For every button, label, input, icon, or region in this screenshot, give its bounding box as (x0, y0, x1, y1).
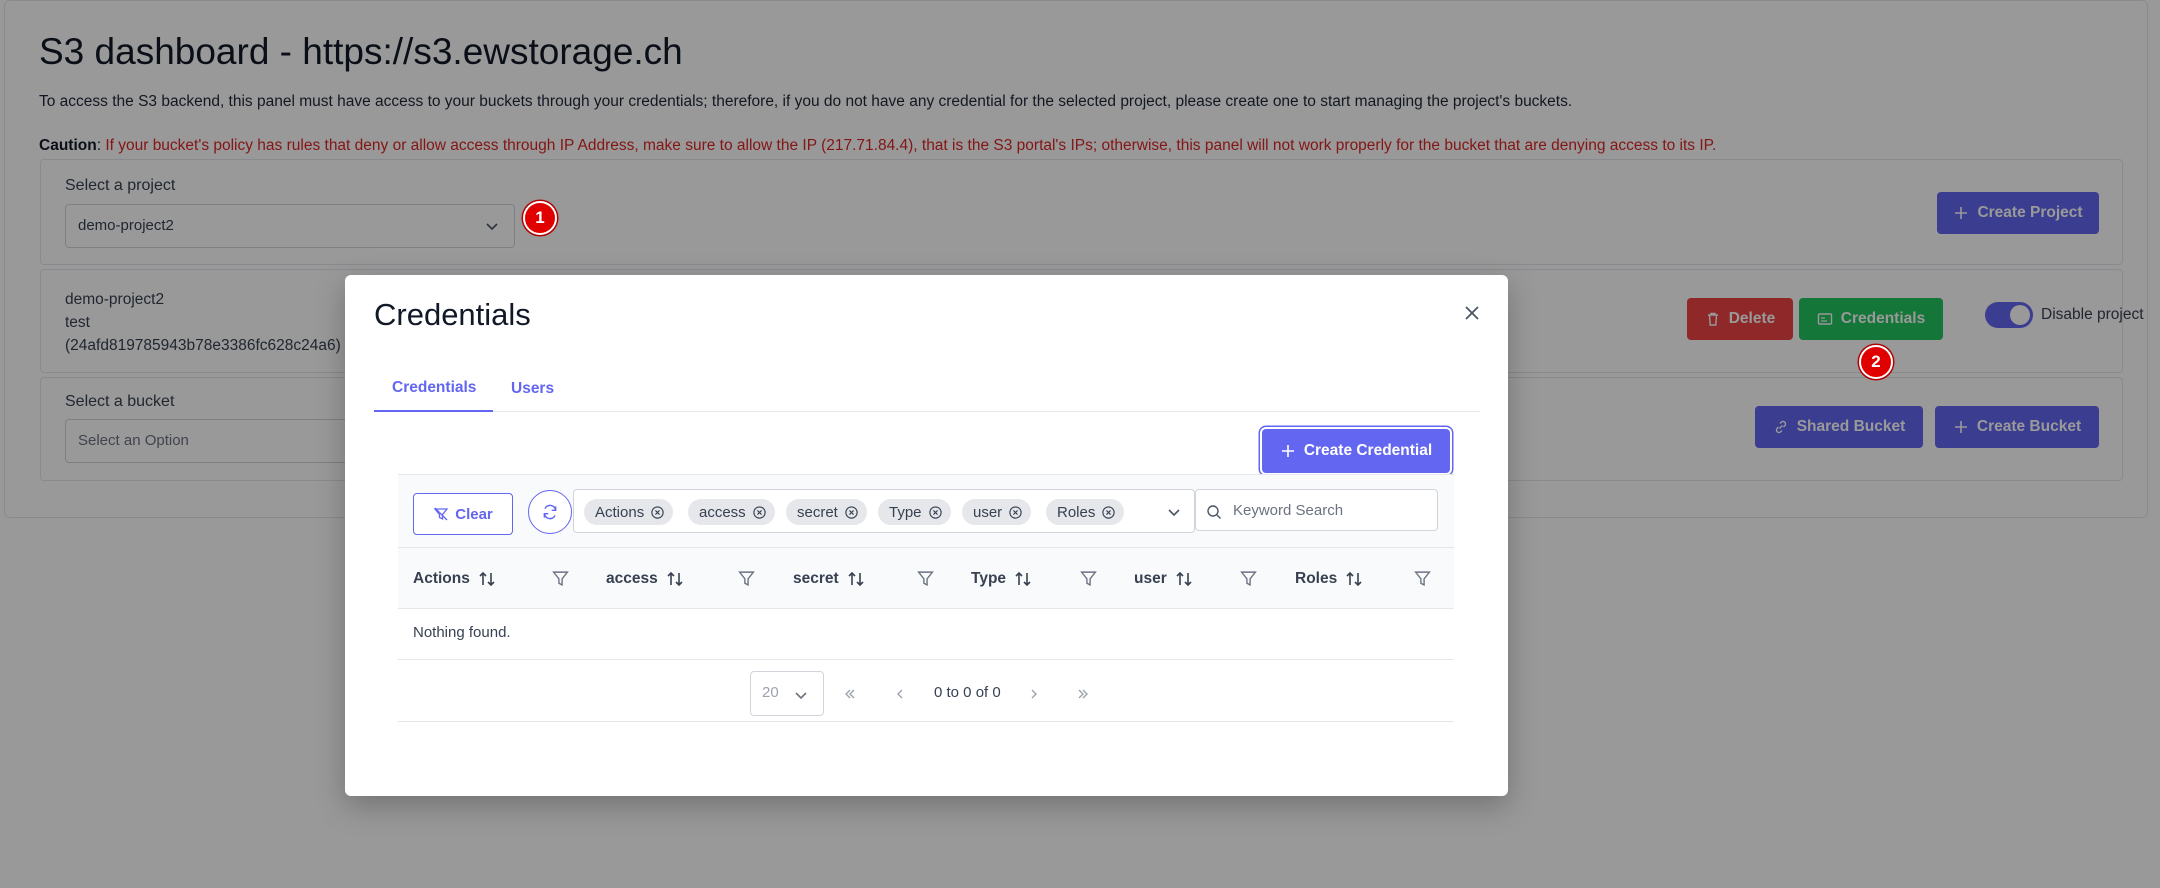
chip-label: access (699, 503, 746, 521)
column-chip[interactable]: Roles (1046, 499, 1125, 525)
filter-icon[interactable] (1414, 570, 1431, 587)
search-icon (1207, 505, 1221, 519)
plus-icon (1281, 445, 1294, 457)
filter-icon[interactable] (552, 570, 569, 587)
column-header-label: user (1134, 569, 1167, 587)
column-header-label: Actions (413, 569, 470, 587)
modal-tabs: Credentials Users (374, 365, 1480, 412)
table-header: Actions access secret Type user Roles (398, 548, 1454, 609)
tab-credentials[interactable]: Credentials (374, 365, 493, 412)
chip-label: secret (797, 503, 838, 521)
column-header-user[interactable]: user (1134, 548, 1193, 609)
page-info: 0 to 0 of 0 (934, 684, 1001, 701)
last-page-icon[interactable] (1075, 686, 1091, 702)
refresh-button[interactable] (528, 490, 572, 534)
column-chips-select[interactable]: Actions access secret Type user Roles (573, 489, 1195, 533)
next-page-icon[interactable] (1026, 686, 1042, 702)
first-page-icon[interactable] (842, 686, 858, 702)
sort-icon (848, 571, 864, 586)
keyword-search-input[interactable]: Keyword Search (1195, 489, 1438, 531)
remove-circle-icon[interactable] (1101, 505, 1116, 520)
remove-circle-icon[interactable] (1008, 505, 1023, 520)
column-chip[interactable]: secret (786, 499, 867, 525)
column-header-secret[interactable]: secret (793, 548, 865, 609)
create-credential-button[interactable]: Create Credential (1262, 429, 1450, 473)
create-credential-label: Create Credential (1303, 442, 1433, 459)
sort-icon (1346, 571, 1362, 586)
column-header-roles[interactable]: Roles (1295, 548, 1363, 609)
chip-label: Roles (1057, 503, 1096, 521)
row-divider (398, 659, 1454, 660)
modal-title: Credentials (374, 297, 531, 332)
filter-slash-icon (433, 507, 449, 521)
prev-page-icon[interactable] (892, 686, 908, 702)
step-badge-2: 2 (1859, 345, 1893, 379)
page-size-value: 20 (762, 684, 779, 701)
column-header-label: access (606, 569, 658, 587)
filter-icon[interactable] (917, 570, 934, 587)
sort-icon (1176, 571, 1192, 586)
chevron-down-icon (795, 692, 807, 700)
filter-icon[interactable] (738, 570, 755, 587)
column-chip[interactable]: Type (878, 499, 951, 525)
column-header-actions[interactable]: Actions (413, 548, 496, 609)
column-header-label: Type (971, 569, 1007, 587)
chip-label: user (973, 503, 1003, 521)
column-header-type[interactable]: Type (971, 548, 1032, 609)
refresh-icon (543, 504, 557, 520)
remove-circle-icon[interactable] (752, 505, 767, 520)
credentials-modal: Credentials Credentials Users Create Cre… (345, 275, 1508, 796)
column-header-label: secret (793, 569, 839, 587)
filter-icon[interactable] (1240, 570, 1257, 587)
column-chip[interactable]: Actions (584, 499, 674, 525)
clear-filters-button[interactable]: Clear (413, 493, 513, 535)
search-placeholder: Keyword Search (1233, 502, 1344, 519)
empty-message: Nothing found. (413, 624, 511, 641)
sort-icon (479, 571, 495, 586)
tab-users[interactable]: Users (493, 365, 572, 412)
column-chip[interactable]: access (688, 499, 775, 525)
sort-icon (1015, 571, 1031, 586)
chevron-down-icon[interactable] (1166, 504, 1182, 520)
column-header-label: Roles (1295, 569, 1338, 587)
clear-label: Clear (455, 505, 493, 523)
remove-circle-icon[interactable] (650, 505, 665, 520)
page-size-select[interactable]: 20 (750, 671, 824, 716)
column-header-access[interactable]: access (606, 548, 684, 609)
sort-icon (667, 571, 683, 586)
chip-label: Actions (595, 503, 645, 521)
close-icon[interactable] (1462, 303, 1482, 323)
remove-circle-icon[interactable] (844, 505, 859, 520)
step-badge-1: 1 (523, 201, 557, 235)
chip-label: Type (889, 503, 922, 521)
table-toolbar: Clear Actions access secret Type user Ro… (398, 474, 1454, 548)
remove-circle-icon[interactable] (928, 505, 943, 520)
column-chip[interactable]: user (962, 499, 1032, 525)
filter-icon[interactable] (1080, 570, 1097, 587)
credentials-table: Clear Actions access secret Type user Ro… (398, 474, 1454, 722)
